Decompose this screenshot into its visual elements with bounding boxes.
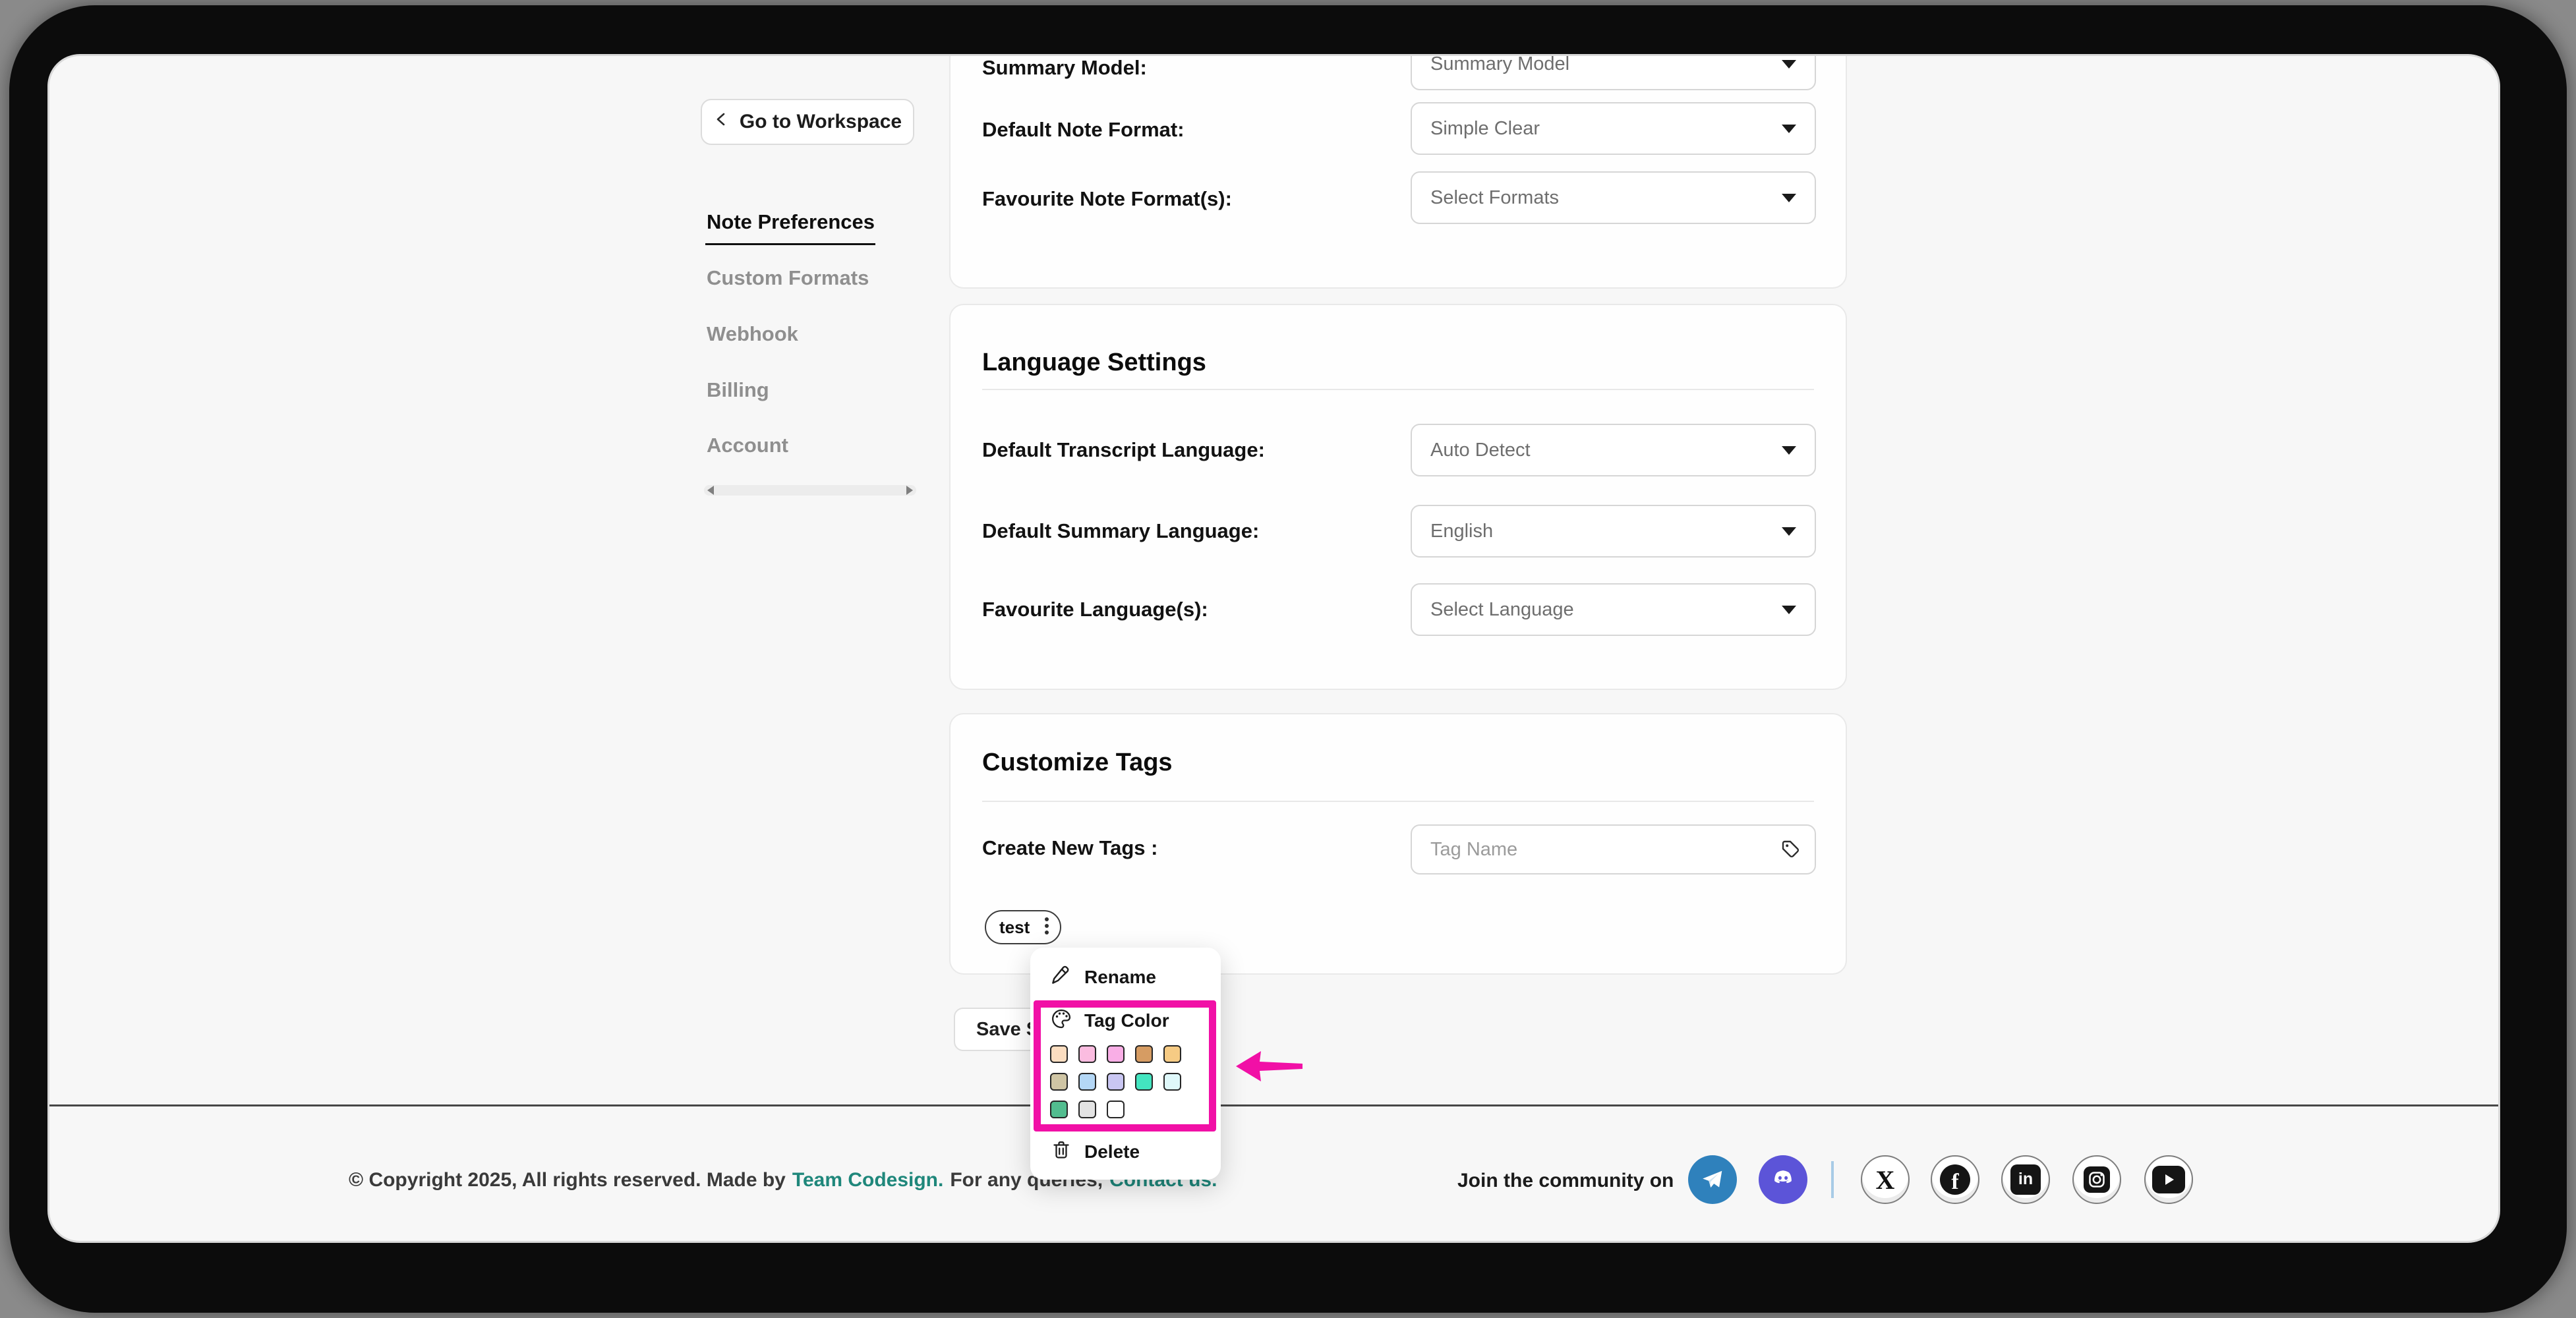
tag-color-swatch-grid [1050, 1045, 1192, 1118]
sidebar-horizontal-scrollbar[interactable] [704, 485, 916, 496]
scroll-left-arrow-icon[interactable] [707, 486, 714, 495]
card-divider [982, 801, 1814, 802]
go-to-workspace-button[interactable]: Go to Workspace [701, 99, 914, 145]
chevron-down-icon [1782, 527, 1796, 536]
default-summary-language-dropdown[interactable]: English [1411, 505, 1816, 558]
chevron-left-icon [713, 111, 730, 133]
scroll-right-arrow-icon[interactable] [906, 486, 913, 495]
screenshot-stage: Go to Workspace Note Preferences Custom … [0, 0, 2576, 1318]
tag-chip-label: test [999, 917, 1030, 938]
chevron-down-icon [1782, 194, 1796, 202]
trash-icon [1050, 1139, 1072, 1164]
customize-tags-title: Customize Tags [982, 749, 1173, 777]
color-swatch[interactable] [1135, 1073, 1153, 1091]
tag-name-input[interactable] [1411, 824, 1816, 874]
default-transcript-language-value: Auto Detect [1430, 440, 1531, 461]
color-swatch[interactable] [1078, 1073, 1096, 1091]
menu-item-delete[interactable]: Delete [1050, 1139, 1140, 1164]
footer-divider [49, 1104, 2498, 1106]
chevron-down-icon [1782, 446, 1796, 455]
color-swatch[interactable] [1135, 1045, 1153, 1063]
join-community-text: Join the community on [1457, 1170, 1674, 1192]
linkedin-icon[interactable]: in [2001, 1155, 2050, 1204]
team-codesign-link[interactable]: Team Codesign. [792, 1169, 943, 1191]
favourite-note-format-label: Favourite Note Format(s): [982, 187, 1232, 211]
kebab-menu-icon[interactable] [1044, 915, 1049, 940]
palette-icon [1050, 1008, 1072, 1033]
default-note-format-dropdown[interactable]: Simple Clear [1411, 102, 1816, 155]
youtube-icon[interactable] [2144, 1155, 2193, 1204]
annotation-arrow-icon [1235, 1046, 1304, 1090]
chevron-down-icon [1782, 60, 1796, 69]
favourite-languages-dropdown[interactable]: Select Language [1411, 583, 1816, 636]
color-swatch[interactable] [1050, 1045, 1068, 1063]
chevron-down-icon [1782, 125, 1796, 133]
favourite-note-format-dropdown[interactable]: Select Formats [1411, 171, 1816, 224]
favourite-note-format-value: Select Formats [1430, 187, 1559, 209]
go-to-workspace-label: Go to Workspace [740, 111, 902, 133]
create-new-tags-label: Create New Tags : [982, 836, 1157, 860]
favourite-languages-label: Favourite Language(s): [982, 598, 1208, 621]
facebook-icon[interactable]: f [1931, 1155, 1979, 1204]
menu-item-tag-color[interactable]: Tag Color [1050, 1008, 1169, 1033]
instagram-icon[interactable] [2072, 1155, 2121, 1204]
default-note-format-label: Default Note Format: [982, 118, 1185, 142]
pencil-icon [1049, 963, 1072, 990]
social-separator [1831, 1161, 1834, 1198]
color-swatch[interactable] [1163, 1045, 1181, 1063]
color-swatch[interactable] [1107, 1045, 1125, 1063]
tag-icon [1779, 838, 1801, 863]
sidebar-item-webhook[interactable]: Webhook [707, 322, 798, 346]
discord-icon[interactable] [1759, 1155, 1807, 1204]
color-swatch[interactable] [1163, 1073, 1181, 1091]
sidebar-item-account[interactable]: Account [707, 434, 788, 457]
default-transcript-language-label: Default Transcript Language: [982, 438, 1265, 462]
copyright-text: © Copyright 2025, All rights reserved. M… [349, 1169, 786, 1191]
telegram-icon[interactable] [1688, 1155, 1737, 1204]
summary-model-value: Summary Model [1430, 56, 1569, 75]
sidebar-item-note-preferences[interactable]: Note Preferences [707, 210, 875, 234]
summary-model-dropdown[interactable]: Summary Model [1411, 56, 1816, 90]
sidebar-item-custom-formats[interactable]: Custom Formats [707, 266, 869, 290]
default-note-format-value: Simple Clear [1430, 118, 1540, 140]
summary-model-label: Summary Model: [982, 56, 1147, 80]
x-twitter-icon[interactable]: X [1861, 1155, 1910, 1204]
menu-item-rename[interactable]: Rename [1049, 963, 1156, 990]
favourite-languages-value: Select Language [1430, 599, 1574, 621]
color-swatch[interactable] [1050, 1073, 1068, 1091]
tag-context-menu: Rename Tag Color [1030, 948, 1221, 1180]
active-nav-underline [705, 243, 875, 245]
sidebar-item-billing[interactable]: Billing [707, 378, 769, 402]
color-swatch[interactable] [1078, 1045, 1096, 1063]
language-settings-title: Language Settings [982, 349, 1206, 377]
tag-name-field-wrap [1411, 824, 1816, 874]
default-transcript-language-dropdown[interactable]: Auto Detect [1411, 424, 1816, 476]
chevron-down-icon [1782, 606, 1796, 614]
color-swatch[interactable] [1078, 1101, 1096, 1118]
default-summary-language-label: Default Summary Language: [982, 519, 1259, 543]
tag-chip-test[interactable]: test [985, 910, 1061, 944]
color-swatch[interactable] [1107, 1101, 1125, 1118]
settings-page: Go to Workspace Note Preferences Custom … [49, 56, 2498, 1241]
color-swatch[interactable] [1107, 1073, 1125, 1091]
card-divider [982, 389, 1814, 390]
default-summary-language-value: English [1430, 521, 1493, 542]
color-swatch[interactable] [1050, 1101, 1068, 1118]
